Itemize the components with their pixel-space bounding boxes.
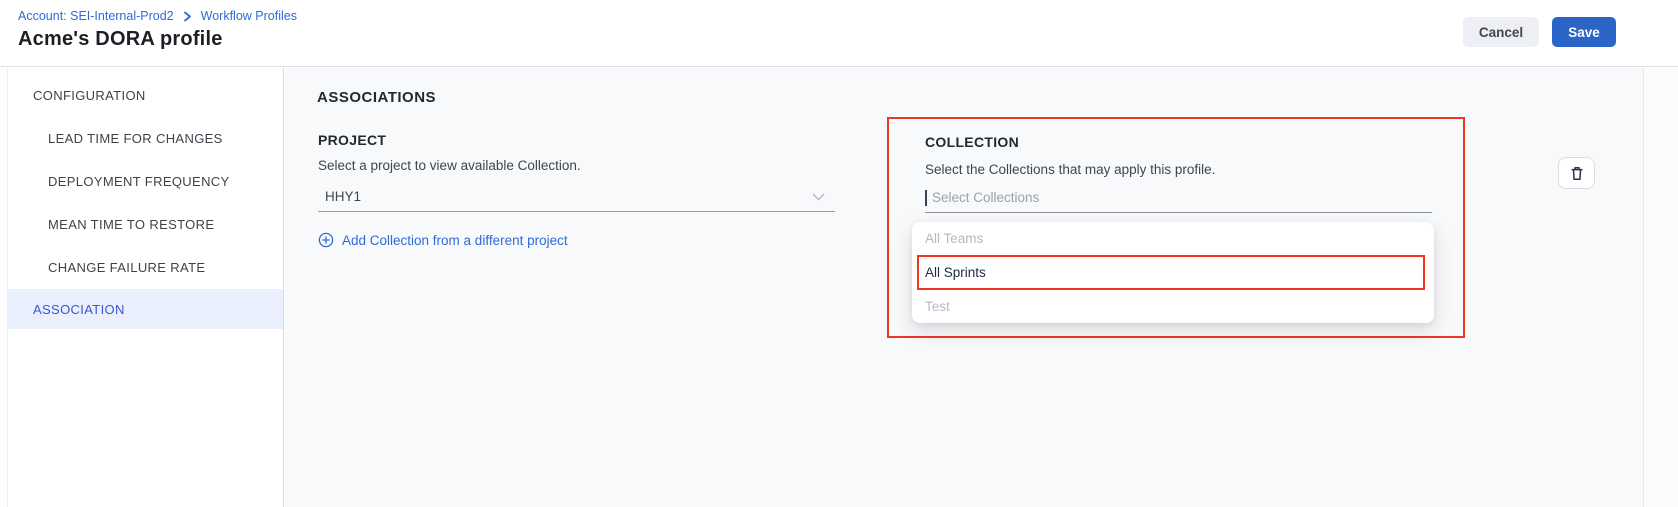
- right-edge-panel: [1643, 68, 1678, 507]
- collection-description: Select the Collections that may apply th…: [925, 162, 1215, 177]
- breadcrumb: Account: SEI-Internal-Prod2 Workflow Pro…: [18, 9, 297, 23]
- dropdown-option-test[interactable]: Test: [912, 290, 1434, 323]
- chevron-down-icon: [812, 193, 825, 202]
- sidebar-item-lead-time-for-changes[interactable]: LEAD TIME FOR CHANGES: [8, 117, 283, 160]
- sidebar-item-configuration[interactable]: CONFIGURATION: [8, 74, 283, 117]
- sidebar-item-mean-time-to-restore[interactable]: MEAN TIME TO RESTORE: [8, 203, 283, 246]
- breadcrumb-workflow-profiles-link[interactable]: Workflow Profiles: [201, 9, 297, 23]
- collections-dropdown: All Teams All Sprints Test: [912, 222, 1434, 323]
- text-caret: [925, 190, 927, 206]
- collections-select-input[interactable]: Select Collections: [925, 183, 1432, 213]
- project-select-value: HHY1: [325, 189, 361, 204]
- plus-circle-icon: [318, 232, 334, 248]
- collection-heading: COLLECTION: [925, 134, 1019, 150]
- annotation-outer-box: COLLECTION Select the Collections that m…: [887, 117, 1465, 338]
- project-heading: PROJECT: [318, 132, 386, 148]
- sidebar-item-change-failure-rate[interactable]: CHANGE FAILURE RATE: [8, 246, 283, 289]
- add-collection-link[interactable]: Add Collection from a different project: [318, 232, 568, 248]
- page-title: Acme's DORA profile: [18, 28, 223, 51]
- trash-icon: [1569, 165, 1585, 182]
- add-collection-link-label: Add Collection from a different project: [342, 233, 568, 248]
- chevron-right-icon: [183, 11, 192, 22]
- save-button[interactable]: Save: [1552, 17, 1616, 47]
- cancel-button[interactable]: Cancel: [1463, 17, 1539, 47]
- page-header: Account: SEI-Internal-Prod2 Workflow Pro…: [0, 0, 1678, 67]
- dropdown-option-all-teams[interactable]: All Teams: [912, 222, 1434, 255]
- workflow-profile-page: Account: SEI-Internal-Prod2 Workflow Pro…: [0, 0, 1678, 507]
- associations-heading: ASSOCIATIONS: [317, 89, 436, 106]
- collections-input-placeholder: Select Collections: [932, 190, 1039, 205]
- project-description: Select a project to view available Colle…: [318, 158, 581, 173]
- associations-panel: ASSOCIATIONS PROJECT Select a project to…: [285, 68, 1643, 507]
- sidebar-item-association[interactable]: ASSOCIATION: [8, 289, 283, 329]
- project-select[interactable]: HHY1: [318, 182, 835, 212]
- breadcrumb-account-link[interactable]: Account: SEI-Internal-Prod2: [18, 9, 174, 23]
- settings-sidebar: CONFIGURATION LEAD TIME FOR CHANGES DEPL…: [7, 68, 284, 507]
- delete-association-button[interactable]: [1558, 157, 1595, 189]
- dropdown-option-all-sprints[interactable]: All Sprints: [912, 255, 1434, 290]
- sidebar-item-deployment-frequency[interactable]: DEPLOYMENT FREQUENCY: [8, 160, 283, 203]
